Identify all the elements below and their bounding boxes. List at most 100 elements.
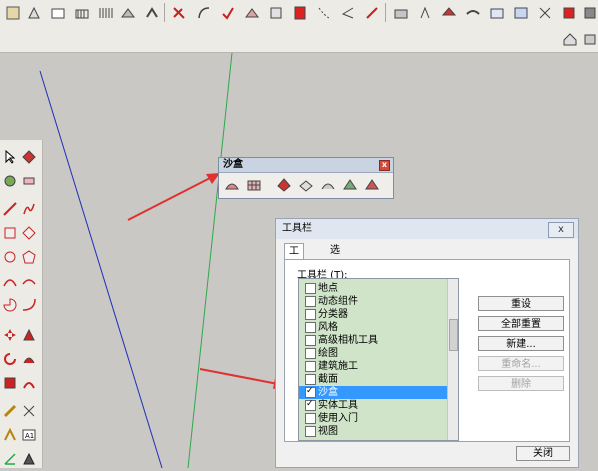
add-detail-icon[interactable]	[341, 176, 359, 194]
circle-icon[interactable]	[1, 248, 19, 266]
checkbox[interactable]	[305, 322, 316, 333]
checkbox[interactable]	[305, 426, 316, 437]
geo-location-icon[interactable]	[391, 3, 410, 22]
angle-icon[interactable]	[338, 3, 357, 22]
list-item[interactable]: 使用入门	[299, 412, 449, 425]
from-scratch-icon[interactable]	[245, 176, 263, 194]
scale-icon[interactable]	[1, 374, 19, 392]
reset-all-button[interactable]: 全部重置	[478, 316, 564, 331]
two-point-arc-icon[interactable]	[20, 272, 38, 290]
tab-options[interactable]: 选项	[326, 243, 344, 272]
tape-measure-tool-icon[interactable]	[1, 402, 19, 420]
follow-me-icon[interactable]	[290, 3, 309, 22]
dialog-close-icon[interactable]: x	[548, 222, 574, 238]
reset-button[interactable]: 重设	[478, 296, 564, 311]
share-model-icon[interactable]	[439, 3, 458, 22]
settings-icon[interactable]	[580, 3, 598, 22]
delete-button[interactable]: 删除	[478, 376, 564, 391]
list-item[interactable]: 绘图	[299, 347, 449, 360]
extension-icon[interactable]	[463, 3, 482, 22]
outliner-icon[interactable]	[535, 3, 554, 22]
rotated-rectangle-icon[interactable]	[20, 224, 38, 242]
list-item[interactable]: 高级相机工具	[299, 334, 449, 347]
paint-icon[interactable]	[242, 3, 261, 22]
dialog-title-bar[interactable]: 工具栏 x	[276, 219, 578, 239]
smoove-icon[interactable]	[275, 176, 293, 194]
toolbar-list[interactable]: 地点 动态组件 分类器 风格 高级相机工具 绘图 建筑施工 截面 ✓ 沙盒 ✓ …	[298, 278, 459, 441]
close-button[interactable]: 关闭	[516, 446, 570, 461]
list-item[interactable]: 动态组件	[299, 295, 449, 308]
follow-me-tool-icon[interactable]	[20, 350, 38, 368]
flip-edge-icon[interactable]	[363, 176, 381, 194]
close-icon[interactable]: x	[379, 160, 390, 171]
pan-icon[interactable]	[3, 3, 22, 22]
make-component-icon[interactable]	[20, 148, 38, 166]
front-view-icon[interactable]	[48, 3, 67, 22]
textured-icon[interactable]	[142, 3, 161, 22]
select-edge-icon[interactable]	[170, 3, 189, 22]
checkbox[interactable]	[305, 374, 316, 385]
line-icon[interactable]	[1, 200, 19, 218]
box-icon[interactable]	[580, 29, 598, 48]
list-item-selected[interactable]: 沙盒	[299, 386, 449, 399]
dimension-icon[interactable]	[20, 402, 38, 420]
component-icon[interactable]	[487, 3, 506, 22]
protractor-icon[interactable]	[1, 426, 19, 444]
checkbox[interactable]	[305, 296, 316, 307]
checkbox[interactable]	[305, 413, 316, 424]
eraser-icon[interactable]	[20, 172, 38, 190]
arc-icon[interactable]	[1, 272, 19, 290]
offset-icon[interactable]	[20, 374, 38, 392]
tape-measure-icon[interactable]	[314, 3, 333, 22]
pie-icon[interactable]	[1, 296, 19, 314]
checkbox[interactable]	[305, 283, 316, 294]
list-item[interactable]: 截面	[299, 373, 449, 386]
checkbox-checked[interactable]	[305, 386, 316, 398]
from-contours-icon[interactable]	[223, 176, 241, 194]
sandbox-toolbar[interactable]: 沙盒 x	[218, 157, 394, 199]
rotate-icon[interactable]	[1, 350, 19, 368]
shaded-icon[interactable]	[118, 3, 137, 22]
list-item[interactable]: 地点	[299, 282, 449, 295]
3d-text-icon[interactable]	[20, 450, 38, 468]
axes-tool-icon[interactable]	[1, 450, 19, 468]
list-scrollbar[interactable]	[447, 279, 458, 440]
move-icon[interactable]	[1, 326, 19, 344]
arc-tool-icon[interactable]	[194, 3, 213, 22]
new-button[interactable]: 新建...	[478, 336, 564, 351]
list-item[interactable]: 视图	[299, 425, 449, 438]
paint-bucket-icon[interactable]	[1, 172, 19, 190]
tab-toolbars[interactable]: 工具栏	[284, 243, 304, 289]
list-item[interactable]: 风格	[299, 321, 449, 334]
select-icon[interactable]	[1, 148, 19, 166]
checkbox-checked[interactable]	[305, 399, 316, 411]
wireframe-icon[interactable]	[96, 3, 115, 22]
text-icon[interactable]: A1	[20, 426, 38, 444]
home-icon[interactable]	[560, 29, 579, 48]
scroll-thumb[interactable]	[449, 319, 458, 351]
three-point-arc-icon[interactable]	[20, 296, 38, 314]
checkbox[interactable]	[305, 361, 316, 372]
list-item[interactable]: 建筑施工	[299, 360, 449, 373]
push-pull-tool-icon[interactable]	[20, 326, 38, 344]
polygon-icon[interactable]	[20, 248, 38, 266]
rectangle-icon[interactable]	[1, 224, 19, 242]
sandbox-title-bar[interactable]: 沙盒 x	[219, 158, 393, 173]
freehand-icon[interactable]	[20, 200, 38, 218]
warehouse-icon[interactable]	[415, 3, 434, 22]
layers-icon[interactable]	[511, 3, 530, 22]
back-view-icon[interactable]	[72, 3, 91, 22]
orbit-icon[interactable]	[24, 3, 43, 22]
rename-button[interactable]: 重命名...	[478, 356, 564, 371]
list-item[interactable]: 分类器	[299, 308, 449, 321]
push-pull-icon[interactable]	[266, 3, 285, 22]
checkbox[interactable]	[305, 348, 316, 359]
checkbox[interactable]	[305, 335, 316, 346]
drape-icon[interactable]	[319, 176, 337, 194]
list-item[interactable]: 实体工具	[299, 399, 449, 412]
check-tool-icon[interactable]	[218, 3, 237, 22]
checkbox[interactable]	[305, 309, 316, 320]
axes-icon[interactable]	[362, 3, 381, 22]
scenes-icon[interactable]	[559, 3, 578, 22]
stamp-icon[interactable]	[297, 176, 315, 194]
